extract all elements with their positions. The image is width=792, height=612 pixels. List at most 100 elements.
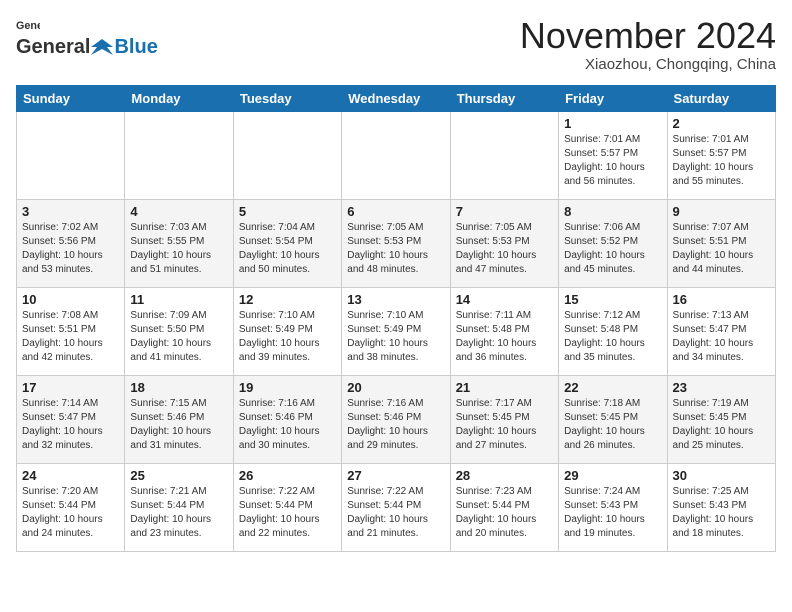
calendar-day-cell: 12Sunrise: 7:10 AM Sunset: 5:49 PM Dayli… — [233, 287, 341, 375]
day-number: 16 — [673, 292, 770, 307]
calendar-week-row: 1 Sunrise: 7:01 AM Sunset: 5:57 PM Daylig… — [17, 111, 776, 199]
day-info: Sunrise: 7:08 AM Sunset: 5:51 PM Dayligh… — [22, 309, 119, 365]
day-number: 28 — [456, 468, 553, 483]
calendar-table: SundayMondayTuesdayWednesdayThursdayFrid… — [16, 85, 776, 552]
day-info: Sunrise: 7:21 AM Sunset: 5:44 PM Dayligh… — [130, 485, 227, 541]
month-title: November 2024 — [520, 16, 776, 56]
calendar-day-cell: 15 Sunrise: 7:12 AM Sunset: 5:48 PM Dayli… — [559, 287, 667, 375]
day-number: 25 — [130, 468, 227, 483]
day-number: 20 — [347, 380, 444, 395]
calendar-week-row: 10 Sunrise: 7:08 AM Sunset: 5:51 PM Dayli… — [17, 287, 776, 375]
calendar-week-row: 3 Sunrise: 7:02 AM Sunset: 5:56 PM Daylig… — [17, 199, 776, 287]
calendar-day-cell: 14 Sunrise: 7:11 AM Sunset: 5:48 PM Dayli… — [450, 287, 558, 375]
day-number: 9 — [673, 204, 770, 219]
day-info: Sunrise: 7:01 AM Sunset: 5:57 PM Dayligh… — [564, 133, 661, 189]
day-number: 24 — [22, 468, 119, 483]
day-number: 14 — [456, 292, 553, 307]
calendar-day-cell: 4Sunrise: 7:03 AM Sunset: 5:55 PM Daylig… — [125, 199, 233, 287]
logo-general: General — [16, 36, 90, 59]
weekday-header-row: SundayMondayTuesdayWednesdayThursdayFrid… — [17, 85, 776, 111]
day-number: 18 — [130, 380, 227, 395]
calendar-empty-cell — [450, 111, 558, 199]
day-info: Sunrise: 7:18 AM Sunset: 5:45 PM Dayligh… — [564, 397, 661, 453]
day-info: Sunrise: 7:02 AM Sunset: 5:56 PM Dayligh… — [22, 221, 119, 277]
calendar-day-cell: 19Sunrise: 7:16 AM Sunset: 5:46 PM Dayli… — [233, 375, 341, 463]
day-number: 5 — [239, 204, 336, 219]
calendar-day-cell: 23Sunrise: 7:19 AM Sunset: 5:45 PM Dayli… — [667, 375, 775, 463]
calendar-empty-cell — [125, 111, 233, 199]
weekday-header-friday: Friday — [559, 85, 667, 111]
day-info: Sunrise: 7:22 AM Sunset: 5:44 PM Dayligh… — [239, 485, 336, 541]
calendar-day-cell: 24Sunrise: 7:20 AM Sunset: 5:44 PM Dayli… — [17, 463, 125, 551]
calendar-day-cell: 7Sunrise: 7:05 AM Sunset: 5:53 PM Daylig… — [450, 199, 558, 287]
calendar-empty-cell — [233, 111, 341, 199]
calendar-day-cell: 28 Sunrise: 7:23 AM Sunset: 5:44 PM Dayli… — [450, 463, 558, 551]
day-number: 1 — [564, 116, 661, 131]
calendar-day-cell: 30Sunrise: 7:25 AM Sunset: 5:43 PM Dayli… — [667, 463, 775, 551]
day-number: 10 — [22, 292, 119, 307]
day-info: Sunrise: 7:07 AM Sunset: 5:51 PM Dayligh… — [673, 221, 770, 277]
calendar-day-cell: 10 Sunrise: 7:08 AM Sunset: 5:51 PM Dayli… — [17, 287, 125, 375]
day-info: Sunrise: 7:06 AM Sunset: 5:52 PM Dayligh… — [564, 221, 661, 277]
weekday-header-wednesday: Wednesday — [342, 85, 450, 111]
day-info: Sunrise: 7:17 AM Sunset: 5:45 PM Dayligh… — [456, 397, 553, 453]
day-number: 13 — [347, 292, 444, 307]
weekday-header-tuesday: Tuesday — [233, 85, 341, 111]
svg-text:General: General — [16, 20, 40, 32]
day-number: 7 — [456, 204, 553, 219]
calendar-day-cell: 16 Sunrise: 7:13 AM Sunset: 5:47 PM Dayli… — [667, 287, 775, 375]
calendar-day-cell: 8Sunrise: 7:06 AM Sunset: 5:52 PM Daylig… — [559, 199, 667, 287]
day-info: Sunrise: 7:22 AM Sunset: 5:44 PM Dayligh… — [347, 485, 444, 541]
calendar-empty-cell — [342, 111, 450, 199]
day-number: 23 — [673, 380, 770, 395]
calendar-day-cell: 20 Sunrise: 7:16 AM Sunset: 5:46 PM Dayli… — [342, 375, 450, 463]
calendar-week-row: 17 Sunrise: 7:14 AM Sunset: 5:47 PM Dayli… — [17, 375, 776, 463]
day-info: Sunrise: 7:12 AM Sunset: 5:48 PM Dayligh… — [564, 309, 661, 365]
day-number: 11 — [130, 292, 227, 307]
logo-blue: Blue — [114, 36, 157, 59]
day-info: Sunrise: 7:23 AM Sunset: 5:44 PM Dayligh… — [456, 485, 553, 541]
day-info: Sunrise: 7:10 AM Sunset: 5:49 PM Dayligh… — [347, 309, 444, 365]
day-number: 12 — [239, 292, 336, 307]
day-number: 6 — [347, 204, 444, 219]
day-info: Sunrise: 7:15 AM Sunset: 5:46 PM Dayligh… — [130, 397, 227, 453]
day-info: Sunrise: 7:11 AM Sunset: 5:48 PM Dayligh… — [456, 309, 553, 365]
day-number: 30 — [673, 468, 770, 483]
day-info: Sunrise: 7:03 AM Sunset: 5:55 PM Dayligh… — [130, 221, 227, 277]
calendar-day-cell: 29 Sunrise: 7:24 AM Sunset: 5:43 PM Dayli… — [559, 463, 667, 551]
day-number: 26 — [239, 468, 336, 483]
day-number: 15 — [564, 292, 661, 307]
weekday-header-monday: Monday — [125, 85, 233, 111]
day-number: 27 — [347, 468, 444, 483]
calendar-day-cell: 17 Sunrise: 7:14 AM Sunset: 5:47 PM Dayli… — [17, 375, 125, 463]
day-info: Sunrise: 7:05 AM Sunset: 5:53 PM Dayligh… — [347, 221, 444, 277]
day-info: Sunrise: 7:24 AM Sunset: 5:43 PM Dayligh… — [564, 485, 661, 541]
calendar-day-cell: 21 Sunrise: 7:17 AM Sunset: 5:45 PM Dayli… — [450, 375, 558, 463]
calendar-day-cell: 26 Sunrise: 7:22 AM Sunset: 5:44 PM Dayli… — [233, 463, 341, 551]
day-info: Sunrise: 7:14 AM Sunset: 5:47 PM Dayligh… — [22, 397, 119, 453]
weekday-header-saturday: Saturday — [667, 85, 775, 111]
day-number: 21 — [456, 380, 553, 395]
calendar-day-cell: 11 Sunrise: 7:09 AM Sunset: 5:50 PM Dayli… — [125, 287, 233, 375]
calendar-day-cell: 18 Sunrise: 7:15 AM Sunset: 5:46 PM Dayli… — [125, 375, 233, 463]
location-subtitle: Xiaozhou, Chongqing, China — [520, 56, 776, 73]
calendar-day-cell: 1 Sunrise: 7:01 AM Sunset: 5:57 PM Daylig… — [559, 111, 667, 199]
day-info: Sunrise: 7:13 AM Sunset: 5:47 PM Dayligh… — [673, 309, 770, 365]
calendar-day-cell: 2 Sunrise: 7:01 AM Sunset: 5:57 PM Daylig… — [667, 111, 775, 199]
day-info: Sunrise: 7:09 AM Sunset: 5:50 PM Dayligh… — [130, 309, 227, 365]
calendar-week-row: 24Sunrise: 7:20 AM Sunset: 5:44 PM Dayli… — [17, 463, 776, 551]
calendar-empty-cell — [17, 111, 125, 199]
calendar-day-cell: 6 Sunrise: 7:05 AM Sunset: 5:53 PM Daylig… — [342, 199, 450, 287]
day-number: 2 — [673, 116, 770, 131]
day-number: 3 — [22, 204, 119, 219]
day-info: Sunrise: 7:01 AM Sunset: 5:57 PM Dayligh… — [673, 133, 770, 189]
day-info: Sunrise: 7:16 AM Sunset: 5:46 PM Dayligh… — [347, 397, 444, 453]
calendar-day-cell: 9 Sunrise: 7:07 AM Sunset: 5:51 PM Daylig… — [667, 199, 775, 287]
day-number: 17 — [22, 380, 119, 395]
calendar-day-cell: 27 Sunrise: 7:22 AM Sunset: 5:44 PM Dayli… — [342, 463, 450, 551]
calendar-day-cell: 22Sunrise: 7:18 AM Sunset: 5:45 PM Dayli… — [559, 375, 667, 463]
day-number: 29 — [564, 468, 661, 483]
calendar-day-cell: 3 Sunrise: 7:02 AM Sunset: 5:56 PM Daylig… — [17, 199, 125, 287]
weekday-header-sunday: Sunday — [17, 85, 125, 111]
day-info: Sunrise: 7:16 AM Sunset: 5:46 PM Dayligh… — [239, 397, 336, 453]
